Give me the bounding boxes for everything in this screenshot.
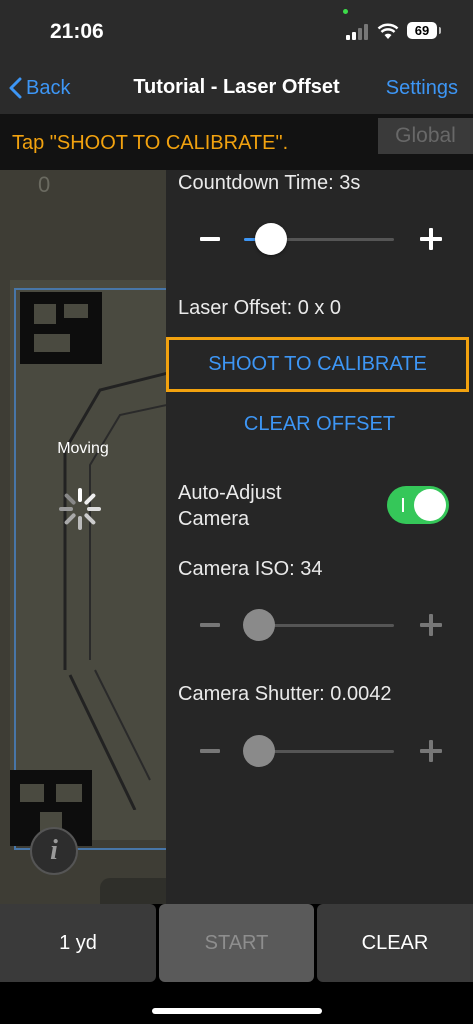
back-button[interactable]: Back — [8, 75, 70, 101]
camera-in-use-indicator — [343, 9, 348, 14]
camera-shutter-decrease-button[interactable] — [188, 733, 228, 769]
clear-button[interactable]: CLEAR — [317, 904, 473, 982]
camera-shutter-increase-button[interactable] — [410, 733, 450, 769]
camera-iso-increase-button[interactable] — [410, 607, 450, 643]
start-button[interactable]: START — [159, 904, 314, 982]
camera-iso-decrease-button[interactable] — [188, 607, 228, 643]
navigation-bar: Back Tutorial - Laser Offset Settings — [0, 62, 473, 114]
target-silhouette — [63, 371, 166, 810]
back-label: Back — [26, 76, 71, 99]
battery-icon: 69 — [407, 22, 441, 39]
countdown-decrease-button[interactable] — [188, 221, 228, 257]
auto-adjust-camera-toggle[interactable] — [387, 486, 449, 524]
marker-top — [20, 292, 102, 364]
status-bar: 21:06 69 — [0, 0, 473, 62]
countdown-increase-button[interactable] — [410, 221, 450, 257]
loading-spinner-icon — [59, 488, 101, 530]
global-label: Global — [378, 118, 473, 154]
settings-panel: Countdown Time: 3s Laser Offset: 0 x 0 S… — [166, 170, 473, 904]
floor-shadow — [100, 878, 166, 904]
toggle-knob — [414, 489, 446, 521]
camera-iso-slider-thumb[interactable] — [243, 609, 275, 641]
camera-shutter-slider-thumb[interactable] — [243, 735, 275, 767]
camera-view[interactable]: 0 Moving i — [0, 170, 166, 904]
countdown-slider[interactable] — [244, 223, 394, 255]
home-indicator — [152, 1008, 322, 1014]
settings-button[interactable]: Settings — [386, 77, 458, 100]
camera-iso-label: Camera ISO: 34 — [178, 558, 323, 580]
clear-offset-button[interactable]: CLEAR OFFSET — [166, 413, 473, 436]
distance-button[interactable]: 1 yd — [0, 904, 156, 982]
countdown-label: Countdown Time: 3s — [178, 172, 361, 194]
laser-offset-label: Laser Offset: 0 x 0 — [178, 297, 342, 319]
cellular-signal-icon — [346, 24, 370, 40]
info-icon[interactable]: i — [30, 827, 78, 875]
toggle-on-mark — [402, 498, 404, 512]
camera-shutter-slider[interactable] — [243, 735, 394, 767]
wifi-icon — [377, 23, 399, 39]
chevron-left-icon — [9, 77, 22, 99]
camera-iso-slider-row — [188, 607, 450, 643]
score-value: 0 — [38, 172, 51, 197]
instruction-text: Tap "SHOOT TO CALIBRATE". — [12, 132, 289, 154]
camera-iso-slider[interactable] — [243, 609, 394, 641]
auto-adjust-label-line2: Camera — [178, 508, 250, 530]
auto-adjust-label-line1: Auto-Adjust — [178, 482, 282, 504]
countdown-slider-thumb[interactable] — [255, 223, 287, 255]
camera-shutter-label: Camera Shutter: 0.0042 — [178, 683, 392, 705]
camera-shutter-slider-row — [188, 733, 450, 769]
app-screen: 21:06 69 Back Tutorial - Laser Offset Se… — [0, 0, 473, 1024]
bottom-toolbar: 1 yd START CLEAR — [0, 904, 473, 1024]
status-time: 21:06 — [50, 20, 104, 43]
shoot-to-calibrate-button[interactable]: SHOOT TO CALIBRATE — [166, 337, 469, 392]
moving-status: Moving — [57, 440, 109, 457]
countdown-slider-row — [188, 221, 450, 257]
